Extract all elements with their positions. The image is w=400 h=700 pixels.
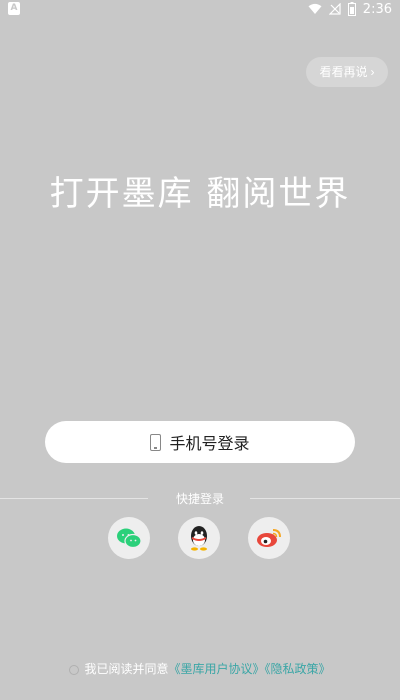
agree-radio[interactable] (69, 665, 80, 675)
battery-icon (347, 2, 356, 16)
wifi-icon (308, 3, 322, 14)
weibo-icon (257, 529, 281, 547)
slogan: 打开墨库 翻阅世界 (49, 174, 351, 214)
qq-icon (191, 526, 207, 551)
agreement-prefix: 我已阅读并同意 (84, 662, 169, 676)
skip-button[interactable]: 看看再说 › (306, 57, 388, 87)
phone-login-label: 手机号登录 (169, 434, 250, 453)
notification-badge: A (8, 2, 20, 15)
agreement-row: 我已阅读并同意《墨库用户协议》《隐私政策》 (0, 660, 400, 677)
status-icons: 2:36 (308, 1, 392, 17)
clock: 2:36 (362, 1, 392, 17)
privacy-policy-link[interactable]: 《隐私政策》 (265, 662, 331, 676)
wechat-icon (117, 528, 142, 549)
quick-login-label: 快捷登录 (175, 492, 224, 506)
skip-button-label: 看看再说 (319, 65, 368, 79)
wechat-login-button[interactable] (108, 517, 150, 559)
phone-icon (150, 433, 162, 451)
qq-login-button[interactable] (178, 517, 220, 559)
chevron-right-icon: › (370, 65, 375, 79)
user-agreement-link[interactable]: 《墨库用户协议》 (168, 662, 264, 676)
status-bar: A 2:36 (0, 0, 400, 18)
phone-login-button[interactable]: 手机号登录 (45, 421, 355, 463)
signal-off-icon (328, 3, 341, 15)
weibo-login-button[interactable] (248, 517, 290, 559)
